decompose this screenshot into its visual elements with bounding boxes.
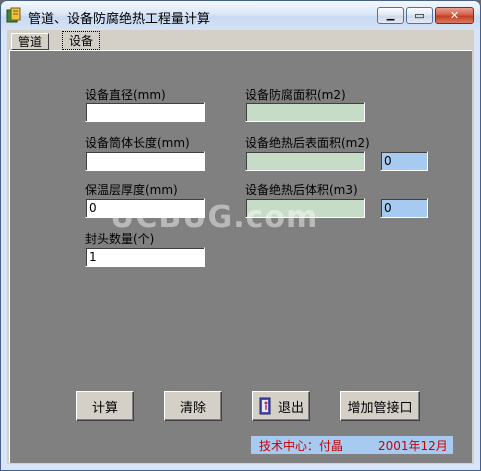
minimize-button[interactable]: ▁ [377,7,404,24]
anticorrosion-area-label: 设备防腐面积(m2) [245,88,346,102]
footer-date: 2001年12月 [378,439,448,453]
insulation-thickness-label: 保温层厚度(mm) [85,183,178,197]
volume-extra: 0 [380,198,428,218]
add-nozzle-label: 增加管接口 [347,400,413,416]
tab-equipment[interactable]: 设备 [62,31,101,50]
watermark: UCBUG.com [110,200,319,235]
volume-label: 设备绝热后体积(m3) [245,183,358,197]
exit-button[interactable]: 退出 [252,391,310,421]
close-button[interactable]: ✕ [435,7,474,24]
diameter-input[interactable] [85,102,205,122]
heads-count-input[interactable]: 1 [85,247,205,267]
surface-area-extra: 0 [380,151,428,171]
app-icon [6,7,21,23]
footer-credit: 技术中心：付晶 [259,439,344,453]
length-input[interactable] [85,151,205,171]
surface-area-label: 设备绝热后表面积(m2) [245,136,370,150]
window-title: 管道、设备防腐绝热工程量计算 [28,12,211,27]
calculate-button[interactable]: 计算 [76,391,134,421]
anticorrosion-area-output [245,102,365,122]
exit-label: 退出 [277,400,304,416]
calculate-label: 计算 [91,400,118,416]
close-icon: ✕ [449,9,460,22]
exit-door-icon [259,397,271,415]
add-nozzle-button[interactable]: 增加管接口 [340,391,420,421]
tab-pipe[interactable]: 管道 [11,33,50,50]
clear-button[interactable]: 清除 [164,391,222,421]
maximize-icon: ▭ [414,9,425,22]
length-label: 设备筒体长度(mm) [85,136,190,150]
clear-label: 清除 [179,400,206,416]
surface-area-output [245,151,365,171]
minimize-icon: ▁ [386,9,395,21]
maximize-button[interactable]: ▭ [406,7,433,24]
diameter-label: 设备直径(mm) [85,88,166,102]
